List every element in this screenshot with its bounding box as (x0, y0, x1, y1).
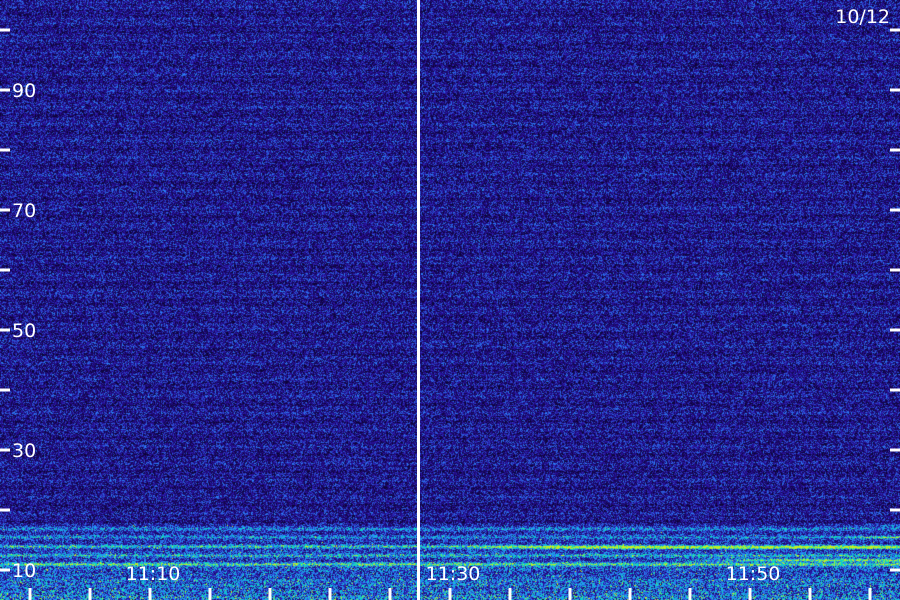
bottom-tick-group (28, 588, 872, 600)
spectrogram-overlay: 10 30 50 70 90 11:10 11:30 11:50 10/12 (0, 0, 900, 600)
y-tick-label: 90 (12, 80, 36, 102)
y-tick-label: 10 (12, 560, 36, 582)
y-tick-label-group: 10 30 50 70 90 (12, 80, 36, 582)
x-tick-label-group: 11:10 11:30 11:50 (126, 563, 781, 585)
x-tick-label: 11:30 (426, 563, 481, 585)
right-tick-group (890, 28, 900, 572)
spectrogram-view: 10 30 50 70 90 11:10 11:30 11:50 10/12 (0, 0, 900, 600)
x-tick-label: 11:10 (126, 563, 181, 585)
left-tick-group (0, 28, 10, 572)
x-tick-label: 11:50 (726, 563, 781, 585)
y-tick-label: 70 (12, 200, 36, 222)
date-label: 10/12 (835, 6, 890, 28)
y-tick-label: 50 (12, 320, 36, 342)
y-tick-label: 30 (12, 440, 36, 462)
